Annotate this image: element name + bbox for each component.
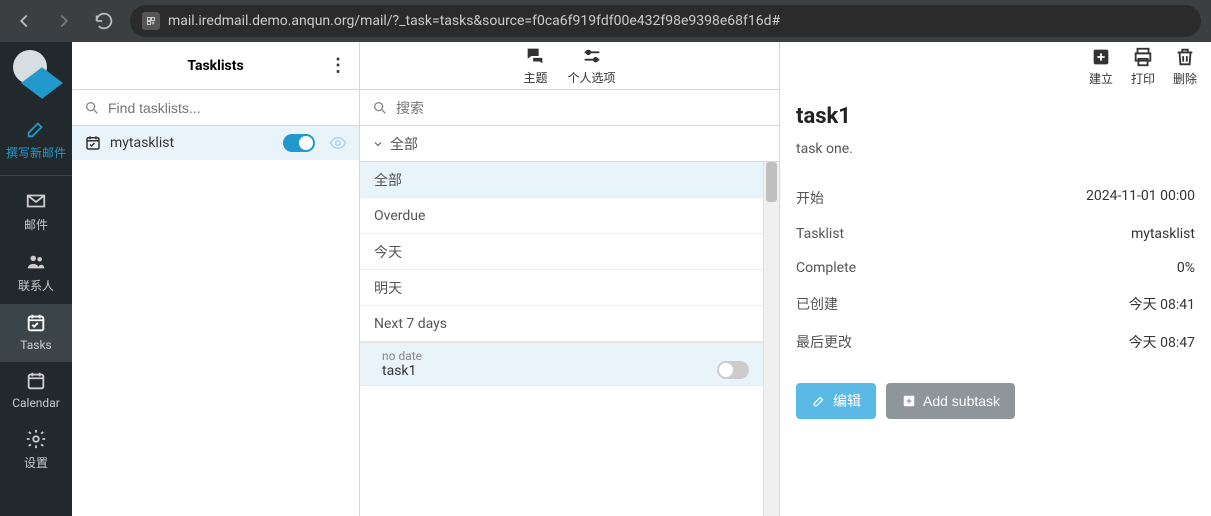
scroll-thumb[interactable]	[766, 162, 777, 202]
tool-options[interactable]: 个人选项	[568, 45, 616, 86]
task-detail-panel: 建立 打印 删除 task1 task one. 开始 2024-11-01 0…	[780, 42, 1211, 516]
trash-icon	[1174, 46, 1196, 68]
app-logo[interactable]	[13, 50, 59, 96]
site-info-icon[interactable]	[142, 12, 160, 30]
tasklist-visibility-icon[interactable]	[329, 134, 347, 152]
left-sidebar: 撰写新邮件 邮件 联系人 Tasks Calendar 设置	[0, 42, 72, 516]
calendar-icon	[25, 370, 47, 392]
tasks-toolbar: 主题 个人选项	[360, 42, 779, 90]
url-bar[interactable]: mail.iredmail.demo.anqun.org/mail/?_task…	[130, 5, 1201, 37]
detail-row-tasklist: Tasklist mytasklist	[796, 217, 1195, 251]
tasklists-menu-button[interactable]: ⋮	[329, 55, 347, 76]
detail-title: task1	[796, 104, 1195, 129]
tasklists-title: Tasklists	[187, 58, 243, 74]
tasks-search-input[interactable]	[396, 100, 767, 116]
pencil-icon	[811, 393, 827, 409]
detail-row-created: 已创建 今天 08:41	[796, 285, 1195, 323]
search-icon	[372, 100, 388, 116]
task-name: task1	[382, 363, 717, 379]
detail-toolbar: 建立 打印 删除	[780, 42, 1211, 90]
tasklist-icon	[84, 134, 102, 152]
browser-address-bar: mail.iredmail.demo.anqun.org/mail/?_task…	[0, 0, 1211, 42]
nav-tasks[interactable]: Tasks	[0, 304, 72, 362]
sliders-icon	[581, 45, 603, 67]
tasklists-header: Tasklists ⋮	[72, 42, 359, 90]
edit-button[interactable]: 编辑	[796, 383, 876, 419]
nav-forward-button[interactable]	[50, 7, 78, 35]
tool-create[interactable]: 建立	[1089, 46, 1113, 87]
gear-icon	[25, 428, 47, 450]
tool-delete[interactable]: 删除	[1173, 46, 1197, 87]
detail-row-complete: Complete 0%	[796, 251, 1195, 285]
filter-overdue[interactable]: Overdue	[360, 198, 763, 234]
contacts-icon	[25, 251, 47, 273]
detail-row-changed: 最后更改 今天 08:47	[796, 323, 1195, 361]
url-text: mail.iredmail.demo.anqun.org/mail/?_task…	[168, 13, 780, 29]
tasklist-item[interactable]: mytasklist	[72, 126, 359, 160]
task-row[interactable]: no date task1	[360, 343, 763, 386]
nav-mail[interactable]: 邮件	[0, 182, 72, 243]
filter-all[interactable]: 全部	[360, 162, 763, 198]
task-complete-toggle[interactable]	[717, 361, 749, 379]
add-subtask-button[interactable]: Add subtask	[886, 383, 1015, 419]
tasklists-search-input[interactable]	[108, 100, 347, 116]
filter-tomorrow[interactable]: 明天	[360, 270, 763, 306]
detail-description: task one.	[796, 141, 1195, 157]
mail-icon	[25, 190, 47, 212]
search-icon	[84, 100, 100, 116]
tasks-scrollbar[interactable]	[763, 162, 779, 516]
nav-calendar[interactable]: Calendar	[0, 362, 72, 420]
nav-back-button[interactable]	[10, 7, 38, 35]
plus-square-icon	[901, 393, 917, 409]
tasks-searchbar	[360, 90, 779, 126]
task-date-label: no date	[382, 349, 717, 363]
tool-print[interactable]: 打印	[1131, 46, 1155, 87]
nav-settings[interactable]: 设置	[0, 420, 72, 481]
tasklist-toggle[interactable]	[283, 134, 315, 152]
tasks-all-toggle[interactable]: 全部	[360, 126, 779, 162]
plus-square-icon	[1090, 46, 1112, 68]
detail-row-start: 开始 2024-11-01 00:00	[796, 179, 1195, 217]
tasks-panel: 主题 个人选项 全部 全部 Overdue 今天 明天 Next 7 days	[360, 42, 780, 516]
compose-icon	[25, 118, 47, 140]
comments-icon	[524, 45, 546, 67]
tasklists-panel: Tasklists ⋮ mytasklist	[72, 42, 360, 516]
task-filter-list: 全部 Overdue 今天 明天 Next 7 days	[360, 162, 763, 343]
filter-today[interactable]: 今天	[360, 234, 763, 270]
tool-topic[interactable]: 主题	[523, 45, 547, 86]
nav-reload-button[interactable]	[90, 7, 118, 35]
filter-next7days[interactable]: Next 7 days	[360, 306, 763, 342]
chevron-down-icon	[372, 138, 384, 150]
tasks-icon	[25, 312, 47, 334]
print-icon	[1132, 46, 1154, 68]
nav-contacts[interactable]: 联系人	[0, 243, 72, 304]
tasklists-searchbar	[72, 90, 359, 126]
tasklist-name: mytasklist	[110, 135, 275, 151]
nav-compose[interactable]: 撰写新邮件	[0, 110, 72, 176]
